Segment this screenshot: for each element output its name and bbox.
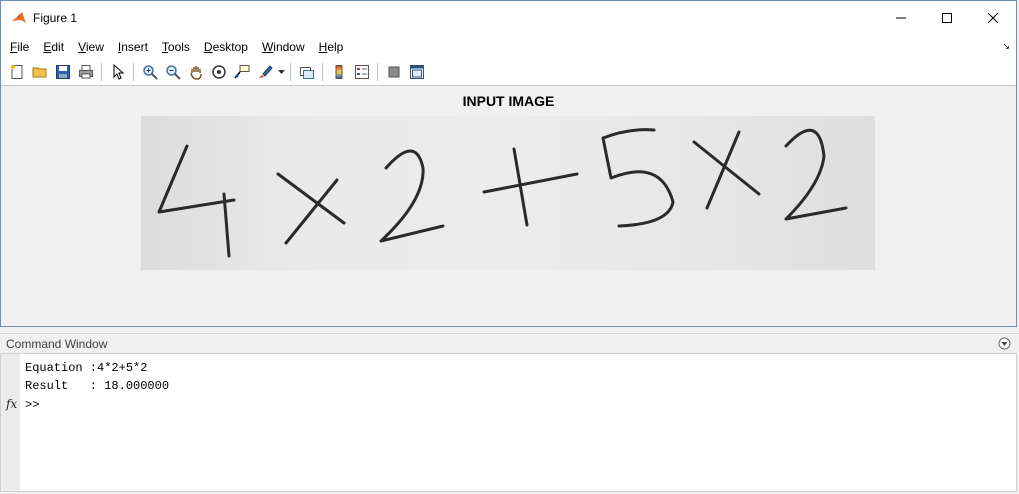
command-window-title: Command Window xyxy=(6,337,108,351)
menu-bar: File Edit View Insert Tools Desktop Wind… xyxy=(1,35,1016,59)
maximize-icon xyxy=(942,13,952,23)
title-bar[interactable]: Figure 1 xyxy=(1,1,1016,35)
output-line-result: Result : 18.000000 xyxy=(25,379,170,393)
insert-colorbar-button[interactable] xyxy=(327,62,350,82)
matlab-app-icon xyxy=(12,12,26,23)
maximize-button[interactable] xyxy=(924,1,970,35)
function-browser-icon[interactable]: fx xyxy=(6,397,17,411)
show-plot-tools-icon xyxy=(409,65,424,79)
print-button[interactable] xyxy=(74,62,97,82)
toolbar-separator xyxy=(377,63,378,81)
toolbar-separator xyxy=(322,63,323,81)
zoom-out-button[interactable] xyxy=(161,62,184,82)
save-button[interactable] xyxy=(51,62,74,82)
close-icon xyxy=(988,13,998,23)
menu-window[interactable]: Window xyxy=(262,40,305,54)
menu-tools[interactable]: Tools xyxy=(162,40,190,54)
open-icon xyxy=(32,67,46,78)
brush-dropdown[interactable] xyxy=(276,62,286,82)
brush-icon xyxy=(258,65,273,78)
edit-plot-icon xyxy=(113,64,124,80)
pan-icon xyxy=(189,66,202,80)
dock-arrow-icon[interactable]: ↘ xyxy=(1002,41,1010,52)
figure-toolbar xyxy=(1,59,1016,86)
toolbar-separator xyxy=(133,63,134,81)
rotate-3d-icon xyxy=(211,65,226,79)
edit-plot-button[interactable] xyxy=(106,62,129,82)
command-gutter xyxy=(1,354,20,491)
insert-colorbar-icon xyxy=(335,65,342,79)
brush-button[interactable] xyxy=(253,62,276,82)
toolbar-separator xyxy=(290,63,291,81)
figure-window: Figure 1 File Edit View Insert Tools Des… xyxy=(0,0,1017,327)
pan-button[interactable] xyxy=(184,62,207,82)
link-plot-icon xyxy=(299,67,314,79)
hide-plot-tools-button[interactable] xyxy=(382,62,405,82)
chevron-down-icon xyxy=(277,69,285,74)
command-window[interactable]: Equation :4*2+5*2 Result : 18.000000 fx … xyxy=(0,353,1017,492)
new-figure-button[interactable] xyxy=(5,62,28,82)
menu-edit[interactable]: Edit xyxy=(43,40,64,54)
zoom-in-button[interactable] xyxy=(138,62,161,82)
zoom-out-icon xyxy=(165,65,181,80)
zoom-in-icon xyxy=(142,65,158,80)
print-icon xyxy=(78,65,93,79)
open-button[interactable] xyxy=(28,62,51,82)
show-plot-tools-button[interactable] xyxy=(405,62,428,82)
handwritten-equation-image xyxy=(157,128,848,258)
menu-view[interactable]: View xyxy=(78,40,104,54)
axes-title: INPUT IMAGE xyxy=(462,93,555,109)
menu-help[interactable]: Help xyxy=(319,40,344,54)
hide-plot-tools-icon xyxy=(388,66,399,78)
figure-canvas: INPUT IMAGE xyxy=(1,87,1016,326)
menu-desktop[interactable]: Desktop xyxy=(204,40,248,54)
save-icon xyxy=(55,65,70,79)
insert-legend-icon xyxy=(354,65,369,79)
close-button[interactable] xyxy=(970,1,1016,35)
output-line-equation: Equation :4*2+5*2 xyxy=(25,361,148,375)
menu-insert[interactable]: Insert xyxy=(118,40,148,54)
rotate-3d-button[interactable] xyxy=(207,62,230,82)
toolbar-separator xyxy=(101,63,102,81)
window-title: Figure 1 xyxy=(33,11,78,25)
minimize-icon xyxy=(896,17,906,19)
data-cursor-icon xyxy=(233,65,249,79)
input-image xyxy=(141,116,875,270)
command-window-header: Command Window xyxy=(0,333,1019,353)
data-cursor-button[interactable] xyxy=(230,62,253,82)
command-prompt[interactable]: >> xyxy=(25,398,39,412)
panel-actions-icon[interactable] xyxy=(998,337,1011,350)
insert-legend-button[interactable] xyxy=(350,62,373,82)
minimize-button[interactable] xyxy=(878,1,924,35)
new-figure-icon xyxy=(10,65,22,79)
menu-file[interactable]: File xyxy=(10,40,29,54)
link-plot-button[interactable] xyxy=(295,62,318,82)
